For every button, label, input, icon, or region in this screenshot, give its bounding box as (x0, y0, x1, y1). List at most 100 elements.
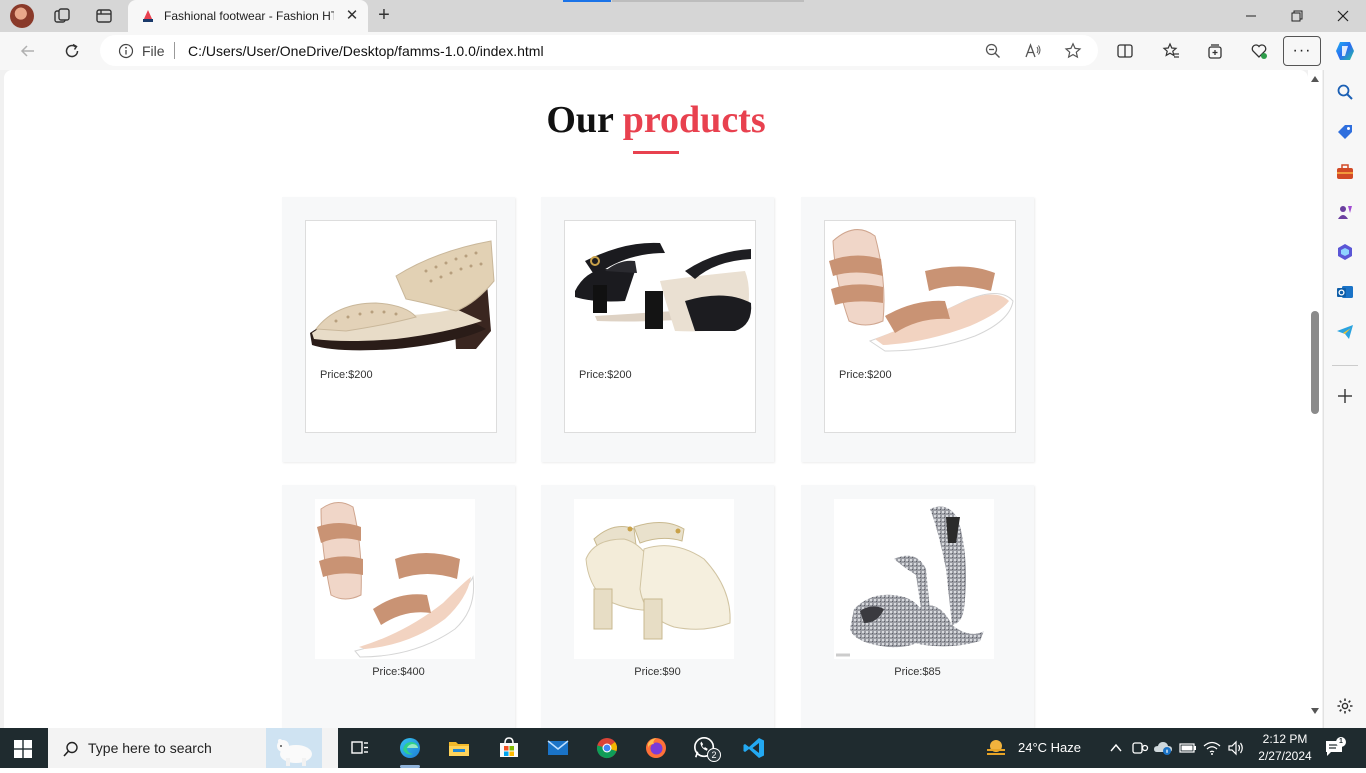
whatsapp-badge: 2 (707, 748, 721, 762)
workspaces-icon[interactable] (52, 6, 72, 26)
profile-avatar[interactable] (10, 4, 34, 28)
sidebar-telegram-icon[interactable] (1335, 322, 1355, 342)
sidebar-divider (1332, 365, 1358, 366)
search-highlight-polar-bear-icon[interactable] (266, 728, 322, 768)
vscode-icon[interactable] (742, 736, 766, 760)
product-price: Price:$200 (579, 369, 632, 381)
product-card[interactable]: Price:$400 (282, 485, 515, 728)
product-image (834, 499, 994, 659)
edge-sidebar (1323, 70, 1366, 728)
sidebar-shopping-icon[interactable] (1335, 122, 1355, 142)
close-window-icon[interactable] (1320, 0, 1366, 32)
scroll-up-arrow-icon[interactable] (1311, 76, 1319, 82)
meet-now-camera-icon[interactable] (1130, 738, 1150, 758)
section-heading: Our products (4, 98, 1308, 142)
product-card[interactable]: Price:$90 (541, 485, 774, 728)
edge-browser-icon[interactable] (398, 736, 422, 760)
tab-actions-icon[interactable] (94, 6, 114, 26)
heading-text-our: Our (546, 99, 614, 141)
zoom-out-icon[interactable] (982, 40, 1004, 62)
weather-text[interactable]: 24°C Haze (1018, 740, 1081, 755)
refresh-icon[interactable] (58, 38, 86, 64)
product-price: Price:$200 (320, 369, 373, 381)
notification-badge: 1 (1336, 737, 1346, 747)
product-image (574, 499, 734, 659)
page-scrollbar[interactable] (1308, 70, 1322, 728)
search-icon (62, 740, 80, 758)
wifi-icon[interactable] (1202, 738, 1222, 758)
scrollbar-thumb[interactable] (1311, 311, 1319, 414)
sidebar-games-icon[interactable] (1335, 202, 1355, 222)
scroll-down-arrow-icon[interactable] (1311, 708, 1319, 714)
browser-essentials-icon[interactable] (1248, 40, 1270, 62)
back-icon[interactable] (14, 38, 42, 64)
volume-icon[interactable] (1226, 738, 1246, 758)
settings-more-button[interactable]: ··· (1283, 36, 1321, 66)
search-placeholder: Type here to search (88, 740, 212, 756)
loading-track (612, 0, 804, 2)
product-card[interactable]: Price:$85 (801, 485, 1034, 728)
whatsapp-icon[interactable]: 2 (693, 736, 721, 762)
product-image-frame: Price:$200 (824, 220, 1016, 433)
product-card[interactable]: Price:$200 (282, 197, 515, 462)
product-price: Price:$400 (372, 666, 425, 678)
sidebar-add-icon[interactable] (1335, 386, 1355, 406)
sidebar-copilot365-icon[interactable] (1335, 242, 1355, 262)
clock-date: 2/27/2024 (1258, 749, 1312, 763)
windows-taskbar: Type here to search 2 24°C Haze 2:12 PM … (0, 728, 1366, 768)
restore-icon[interactable] (1274, 0, 1320, 32)
windows-start-icon[interactable] (14, 740, 32, 758)
black-sandal-image (575, 242, 752, 332)
heading-text-products: products (622, 99, 766, 141)
collections-icon[interactable] (1204, 40, 1226, 62)
site-favicon-icon (140, 8, 156, 24)
tab-title: Fashional footwear - Fashion HTML (164, 9, 334, 23)
page-viewport: Our products Price:$200 Price:$200 Price… (0, 70, 1323, 728)
product-card[interactable]: Price:$200 (541, 197, 774, 462)
favorite-star-icon[interactable] (1062, 40, 1084, 62)
task-view-icon[interactable] (348, 736, 372, 760)
sidebar-outlook-icon[interactable] (1335, 282, 1355, 302)
cream-pump-image (585, 522, 731, 640)
address-scheme-label: File (142, 43, 165, 59)
browser-title-bar: Fashional footwear - Fashion HTML ✕ + (0, 0, 1366, 32)
favorites-icon[interactable] (1160, 40, 1182, 62)
browser-tab-active[interactable]: Fashional footwear - Fashion HTML ✕ (128, 0, 368, 32)
browser-toolbar: File C:/Users/User/OneDrive/Desktop/famm… (0, 32, 1366, 70)
product-price: Price:$200 (839, 369, 892, 381)
site-info-icon[interactable] (118, 43, 134, 59)
read-aloud-icon[interactable] (1022, 40, 1044, 62)
sidebar-tools-icon[interactable] (1335, 162, 1355, 182)
system-clock[interactable]: 2:12 PM 2/27/2024 (1250, 731, 1320, 765)
onedrive-info-icon[interactable] (1153, 738, 1173, 758)
show-hidden-icons-chevron-up-icon[interactable] (1106, 738, 1126, 758)
heading-underline (633, 151, 679, 154)
weather-haze-icon[interactable] (984, 736, 1008, 760)
clock-time: 2:12 PM (1262, 732, 1308, 746)
address-bar[interactable]: File C:/Users/User/OneDrive/Desktop/famm… (100, 35, 1098, 66)
minimize-icon[interactable] (1228, 0, 1274, 32)
tab-close-icon[interactable]: ✕ (342, 6, 362, 26)
address-url[interactable]: C:/Users/User/OneDrive/Desktop/famms-1.0… (188, 43, 544, 59)
sidebar-settings-gear-icon[interactable] (1335, 696, 1355, 716)
battery-icon[interactable] (1178, 738, 1198, 758)
beige-wedge-sandal-image (310, 240, 495, 351)
loading-indicator (563, 0, 611, 2)
address-divider (174, 42, 175, 59)
product-image (315, 499, 475, 659)
mail-icon[interactable] (546, 736, 570, 760)
split-screen-icon[interactable] (1114, 40, 1136, 62)
product-image-frame: Price:$200 (305, 220, 497, 433)
product-price: Price:$90 (634, 666, 681, 678)
product-image-frame: Price:$200 (564, 220, 756, 433)
file-explorer-icon[interactable] (447, 736, 471, 760)
sidebar-search-icon[interactable] (1335, 82, 1355, 102)
web-page: Our products Price:$200 Price:$200 Price… (4, 70, 1308, 728)
microsoft-store-icon[interactable] (497, 736, 521, 760)
new-tab-icon[interactable]: + (372, 4, 396, 28)
notifications-icon[interactable]: 1 (1322, 737, 1346, 759)
firefox-icon[interactable] (644, 736, 668, 760)
product-card[interactable]: Price:$200 (801, 197, 1034, 462)
copilot-icon[interactable] (1332, 38, 1358, 64)
chrome-icon[interactable] (595, 736, 619, 760)
